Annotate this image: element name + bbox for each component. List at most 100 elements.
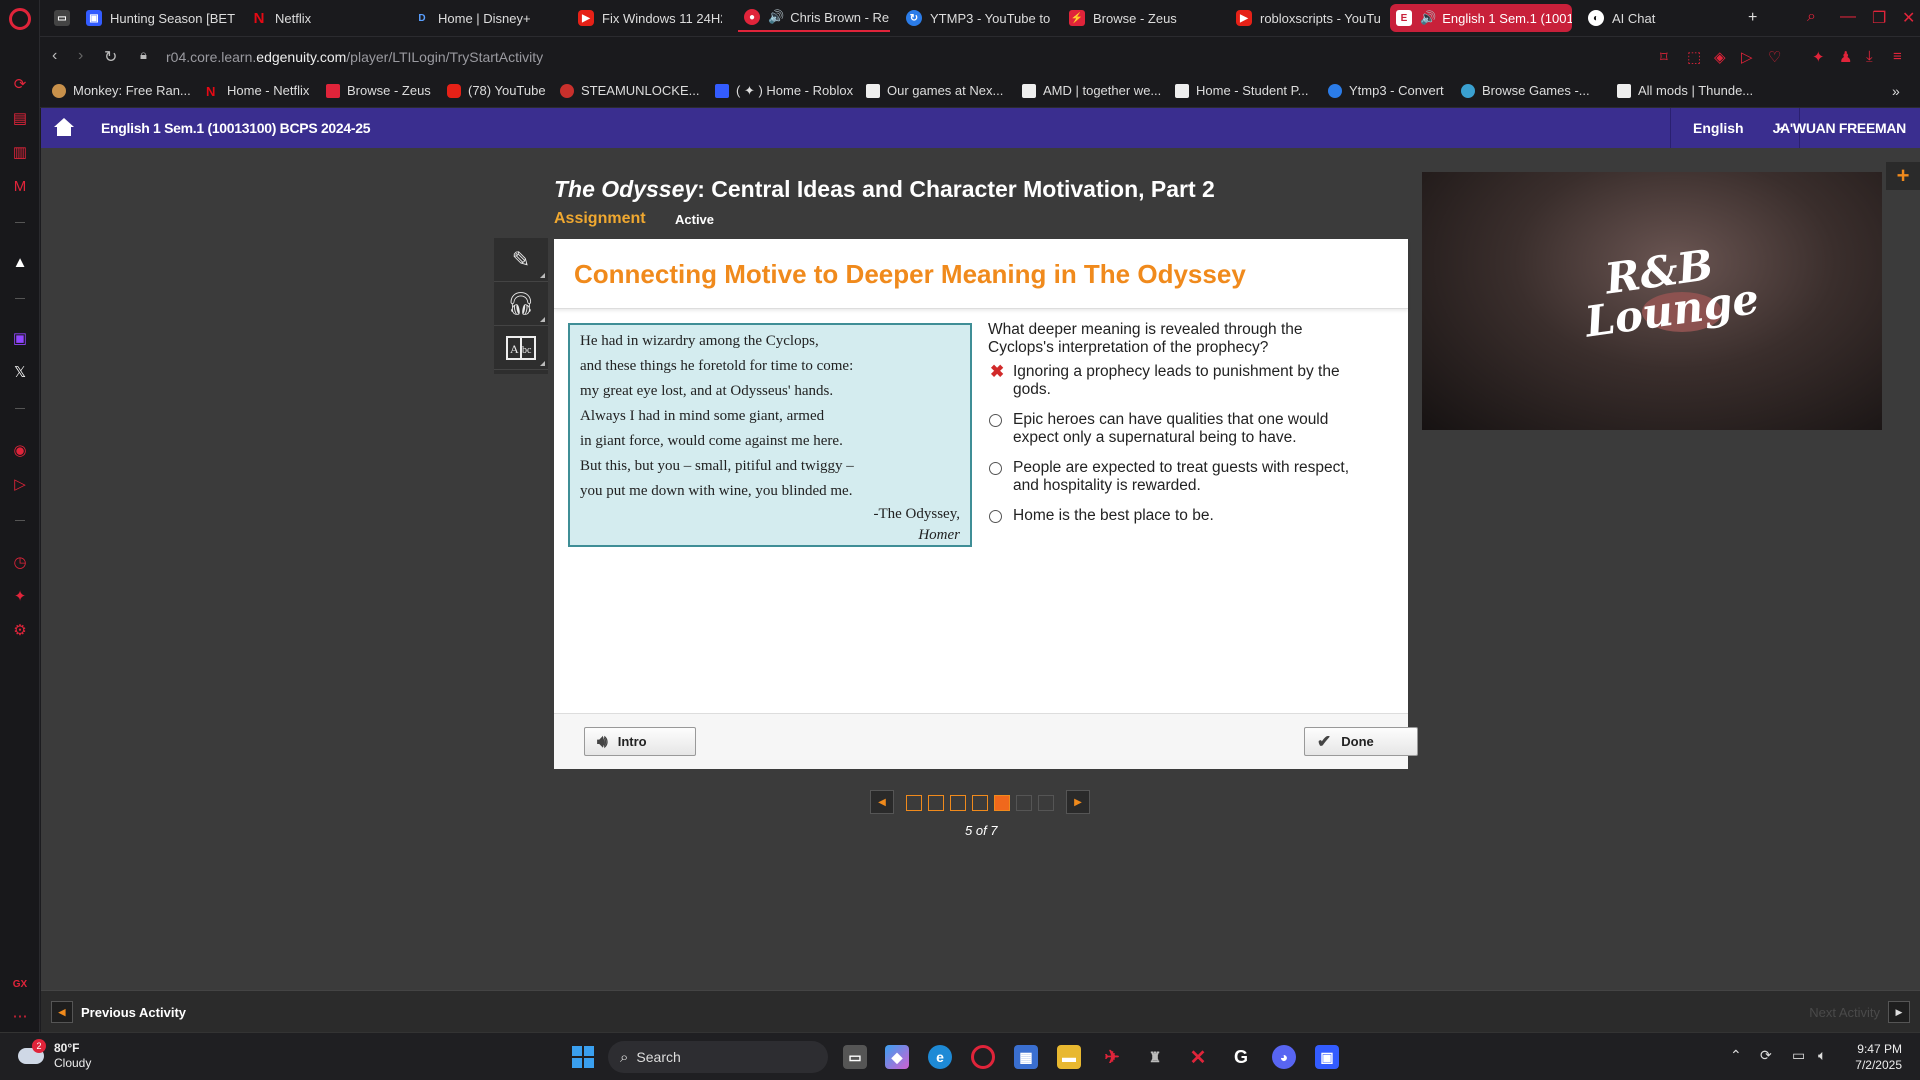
- volume-icon[interactable]: 🔈︎: [1818, 1047, 1826, 1064]
- x-icon[interactable]: 𝕏: [10, 362, 30, 382]
- bookmark-student-portal[interactable]: Home - Student P...: [1175, 83, 1309, 98]
- roblox-icon[interactable]: ▣: [1315, 1045, 1339, 1069]
- player-icon[interactable]: ◉: [10, 440, 30, 460]
- user-name[interactable]: JA'WUAN FREEMAN: [1773, 120, 1907, 136]
- system-clock[interactable]: 9:47 PM 7/2/2025: [1855, 1041, 1902, 1073]
- shopping-icon[interactable]: ▤: [10, 108, 30, 128]
- tab-english-active[interactable]: E 🔊 English 1 Sem.1 (10013: [1390, 4, 1572, 32]
- bookmark-browse-games[interactable]: Browse Games -...: [1461, 83, 1590, 98]
- bookmark-amd[interactable]: AMD | together we...: [1022, 83, 1161, 98]
- snapshot-icon[interactable]: ⬚: [1687, 48, 1701, 66]
- radio-button[interactable]: [989, 462, 1002, 475]
- minimize-button[interactable]: —: [1840, 8, 1856, 26]
- wallet-icon[interactable]: ▥: [10, 142, 30, 162]
- more-icon[interactable]: ⋯: [10, 1006, 30, 1026]
- dictionary-icon[interactable]: Abc: [494, 326, 548, 370]
- restore-button[interactable]: ❐: [1872, 8, 1886, 28]
- search-tabs-icon[interactable]: ⌕: [1807, 8, 1816, 26]
- app-icon[interactable]: ♜: [1143, 1045, 1167, 1069]
- weather-widget[interactable]: 2 80°F Cloudy: [18, 1039, 91, 1071]
- opera-gx-icon[interactable]: [971, 1045, 995, 1069]
- game-app-icon[interactable]: ✈: [1100, 1045, 1124, 1069]
- gmail-icon[interactable]: M: [10, 176, 30, 196]
- send-icon[interactable]: ▷: [10, 474, 30, 494]
- pager-prev-button[interactable]: ◀: [870, 790, 894, 814]
- speaker-icon[interactable]: 🔊: [1420, 10, 1436, 26]
- edge-icon[interactable]: e: [928, 1045, 952, 1069]
- bookmark-ytmp3[interactable]: Ytmp3 - Convert: [1328, 83, 1444, 98]
- bookmark-roblox[interactable]: ( ✦ ) Home - Roblox: [715, 83, 853, 99]
- gx-icon[interactable]: GX: [10, 974, 30, 994]
- tab-hunting-season[interactable]: ▣ Hunting Season [BET: [80, 4, 240, 32]
- tab-ytmp3[interactable]: ↻ YTMP3 - YouTube to: [900, 4, 1050, 32]
- forward-button[interactable]: ›: [78, 47, 83, 65]
- bookmark-monkey[interactable]: Monkey: Free Ran...: [52, 83, 191, 98]
- extensions-icon[interactable]: ✦: [10, 586, 30, 606]
- settings-gear-icon[interactable]: ⚙: [10, 620, 30, 640]
- twitch-icon[interactable]: ▣: [10, 328, 30, 348]
- copilot-icon[interactable]: ◆: [885, 1045, 909, 1069]
- g-app-icon[interactable]: G: [1229, 1045, 1253, 1069]
- sync-icon[interactable]: ⟳: [1760, 1047, 1772, 1064]
- pocket-icon[interactable]: ◈: [1714, 48, 1726, 66]
- tab-robloxscripts[interactable]: ▶ robloxscripts - YouTu: [1230, 4, 1382, 32]
- arc-icon[interactable]: ▲: [10, 252, 30, 272]
- x-app-icon[interactable]: ✕: [1186, 1045, 1210, 1069]
- tab-ai-chat[interactable]: ◐ AI Chat: [1582, 4, 1712, 32]
- download-icon[interactable]: ⤓: [1866, 48, 1873, 65]
- bookmark-thunderstore[interactable]: All mods | Thunde...: [1617, 83, 1753, 98]
- start-button[interactable]: [572, 1046, 594, 1068]
- expand-plus-button[interactable]: +: [1886, 162, 1920, 190]
- pager-box-1[interactable]: [906, 795, 922, 811]
- file-explorer-icon[interactable]: ▬: [1057, 1045, 1081, 1069]
- microsoft-store-icon[interactable]: ▦: [1014, 1045, 1038, 1069]
- extensions-puzzle-icon[interactable]: ✦: [1812, 48, 1825, 66]
- tab-netflix[interactable]: N Netflix: [245, 4, 375, 32]
- next-activity-button[interactable]: Next Activity ▶: [1809, 1001, 1910, 1023]
- close-window-button[interactable]: ✕: [1902, 8, 1915, 28]
- opera-logo-icon[interactable]: [9, 8, 31, 30]
- pager-next-button[interactable]: ▶: [1066, 790, 1090, 814]
- intro-button[interactable]: 🔊︎ Intro: [584, 727, 696, 756]
- discord-icon[interactable]: ◕: [1272, 1045, 1296, 1069]
- back-button[interactable]: ‹: [52, 47, 57, 65]
- answer-option-3[interactable]: People are expected to treat guests with…: [988, 459, 1378, 495]
- profile-icon[interactable]: ♟: [1839, 48, 1852, 66]
- url-field[interactable]: r04.core.learn.edgenuity.com/player/LTIL…: [166, 49, 543, 65]
- music-video-thumbnail[interactable]: R&B Lounge: [1422, 172, 1882, 430]
- bookmarks-overflow-icon[interactable]: »: [1892, 83, 1900, 99]
- lock-icon[interactable]: 🔒︎: [140, 47, 147, 63]
- previous-activity-button[interactable]: ◀ Previous Activity: [51, 1001, 186, 1023]
- bookmark-youtube[interactable]: (78) YouTube: [447, 83, 546, 98]
- pager-box-5[interactable]: [994, 795, 1010, 811]
- answer-option-4[interactable]: Home is the best place to be.: [988, 507, 1378, 525]
- new-tab-button[interactable]: +: [1742, 4, 1772, 32]
- tab-chris-brown[interactable]: ● 🔊 Chris Brown - Re: [738, 4, 890, 32]
- taskbar-search[interactable]: ⌕ Search: [608, 1041, 828, 1073]
- heart-icon[interactable]: ♡: [1768, 48, 1781, 66]
- pager-box-3[interactable]: [950, 795, 966, 811]
- radio-button[interactable]: [989, 414, 1002, 427]
- answer-option-1[interactable]: ✖ Ignoring a prophecy leads to punishmen…: [988, 363, 1378, 399]
- bookmark-steamunlocked[interactable]: STEAMUNLOCKE...: [560, 83, 699, 98]
- bookmark-nex[interactable]: Our games at Nex...: [866, 83, 1003, 98]
- pager-box-2[interactable]: [928, 795, 944, 811]
- headphones-icon[interactable]: 🎧︎: [494, 282, 548, 326]
- flow-icon[interactable]: ▷: [1741, 48, 1753, 66]
- done-button[interactable]: ✔ Done: [1304, 727, 1418, 756]
- speaker-icon[interactable]: 🔊: [768, 9, 784, 25]
- bookmark-netflix[interactable]: N Home - Netflix: [206, 83, 309, 99]
- reload-icon[interactable]: ↻: [104, 47, 117, 67]
- tab-zeus[interactable]: ⚡ Browse - Zeus: [1063, 4, 1213, 32]
- home-icon[interactable]: [53, 117, 75, 137]
- pager-box-4[interactable]: [972, 795, 988, 811]
- answer-option-2[interactable]: Epic heroes can have qualities that one …: [988, 411, 1378, 447]
- workspaces-icon[interactable]: ▭: [48, 4, 78, 32]
- easy-setup-icon[interactable]: ≡: [1893, 48, 1902, 65]
- tab-fix-windows[interactable]: ▶ Fix Windows 11 24H2: [572, 4, 722, 32]
- tab-disney[interactable]: D Home | Disney+: [408, 4, 558, 32]
- radio-button[interactable]: [989, 510, 1002, 523]
- tray-chevron-icon[interactable]: ⌃: [1730, 1047, 1742, 1064]
- task-view-icon[interactable]: ▭: [843, 1045, 867, 1069]
- bookmark-zeus[interactable]: Browse - Zeus: [326, 83, 431, 98]
